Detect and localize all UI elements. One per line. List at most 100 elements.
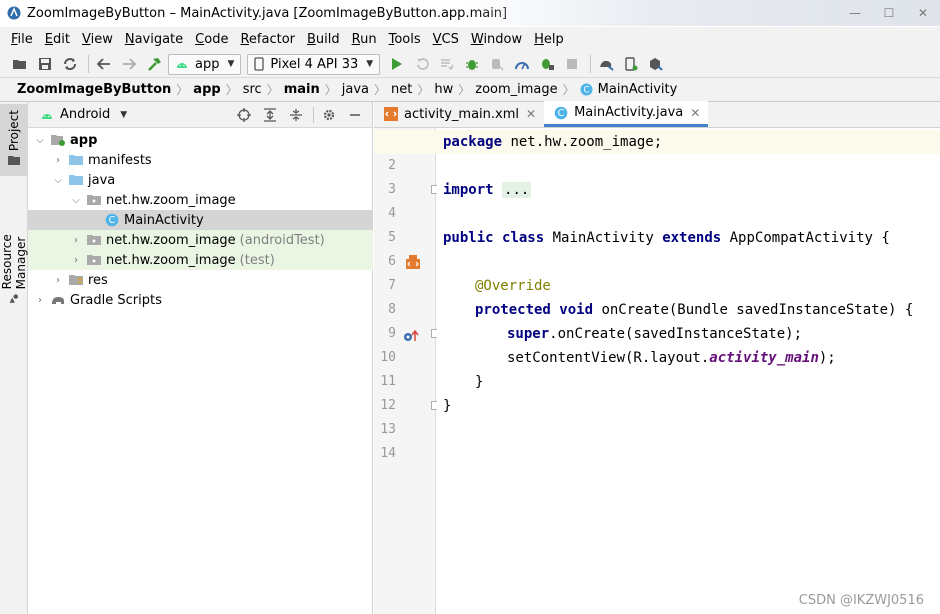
menu-refactor[interactable]: Refactor — [234, 32, 301, 47]
back-arrow-icon[interactable] — [93, 53, 115, 75]
chevron-right-icon[interactable]: › — [52, 275, 64, 286]
gear-icon[interactable] — [318, 104, 340, 126]
tab-mainactivity-java[interactable]: C MainActivity.java ✕ — [544, 101, 709, 127]
tree-item-app[interactable]: ⌵ app — [28, 130, 373, 150]
line-number: 8 — [388, 302, 396, 317]
chevron-down-icon[interactable]: ⌵ — [70, 195, 82, 206]
breadcrumb-src[interactable]: src — [243, 82, 262, 97]
ide-window: ZoomImageByButton – MainActivity.java [Z… — [0, 0, 940, 614]
sdk-manager-icon[interactable] — [645, 53, 667, 75]
close-button[interactable]: ✕ — [906, 0, 940, 26]
chevron-down-icon: ▼ — [227, 59, 235, 69]
chevron-down-icon: ▼ — [366, 59, 374, 69]
breadcrumb-hw[interactable]: hw — [434, 82, 453, 97]
breadcrumb-java[interactable]: java — [342, 82, 369, 97]
code-line-14: } — [443, 398, 452, 414]
breadcrumb-mainactivity[interactable]: C MainActivity — [580, 82, 677, 97]
breadcrumb-project[interactable]: ZoomImageByButton — [17, 82, 171, 97]
minimize-panel-icon[interactable] — [344, 104, 366, 126]
tree-item-java[interactable]: ⌵ java — [28, 170, 373, 190]
line-number: 2 — [388, 158, 396, 173]
maximize-button[interactable]: ☐ — [872, 0, 906, 26]
android-icon — [42, 113, 52, 119]
tree-item-package-main[interactable]: ⌵ net.hw.zoom_image — [28, 190, 373, 210]
code-editor: activity_main.xml ✕ C MainActivity.java … — [374, 101, 940, 614]
menu-build[interactable]: Build — [301, 32, 346, 47]
line-number: 11 — [380, 374, 396, 389]
menu-code[interactable]: Code — [189, 32, 234, 47]
folder-icon — [68, 172, 84, 188]
folded-imports[interactable]: ... — [502, 182, 532, 198]
code-line-13: } — [475, 374, 484, 390]
breadcrumb-app[interactable]: app — [193, 82, 220, 97]
editor-gutter: 1 2 3 4 5 6 7 8 9 10 11 12 13 14 — [374, 128, 440, 614]
forward-arrow-icon[interactable] — [118, 53, 140, 75]
rerun-icon[interactable] — [411, 53, 433, 75]
debug-attach-icon[interactable] — [536, 53, 558, 75]
menu-file[interactable]: File — [5, 32, 39, 47]
tree-item-label: net.hw.zoom_image — [106, 252, 236, 268]
code-text-area[interactable]: package net.hw.zoom_image; import ... pu… — [374, 128, 940, 614]
menu-navigate[interactable]: Navigate — [119, 32, 189, 47]
chevron-right-icon[interactable]: › — [70, 255, 82, 266]
menu-help[interactable]: Help — [528, 32, 570, 47]
open-folder-icon[interactable] — [9, 53, 31, 75]
expand-all-icon[interactable] — [259, 104, 281, 126]
menu-edit[interactable]: Edit — [39, 32, 76, 47]
menu-window[interactable]: Window — [465, 32, 528, 47]
breadcrumb-zoom-image[interactable]: zoom_image — [475, 82, 557, 97]
breadcrumb-separator: 〉 — [374, 83, 387, 97]
resource-manager-tab[interactable]: Resource Manager — [0, 186, 28, 304]
project-tool-tab[interactable]: Project — [0, 104, 28, 176]
tree-item-package-androidtest[interactable]: › net.hw.zoom_image (androidTest) — [28, 230, 373, 250]
tree-item-package-test[interactable]: › net.hw.zoom_image (test) — [28, 250, 373, 270]
minimize-button[interactable]: — — [838, 0, 872, 26]
device-manager-icon[interactable] — [620, 53, 642, 75]
chevron-right-icon[interactable]: › — [34, 295, 46, 306]
collapse-all-icon[interactable] — [285, 104, 307, 126]
breadcrumb-separator: 〉 — [562, 83, 575, 97]
menu-run[interactable]: Run — [346, 32, 383, 47]
menu-view[interactable]: View — [76, 32, 119, 47]
layout-xml-icon[interactable] — [404, 254, 422, 270]
gradle-sync-icon[interactable] — [595, 53, 617, 75]
build-hammer-icon[interactable] — [143, 53, 165, 75]
close-icon[interactable]: ✕ — [690, 106, 700, 120]
tree-item-manifests[interactable]: › manifests — [28, 150, 373, 170]
tree-item-res[interactable]: › res — [28, 270, 373, 290]
stop-icon[interactable] — [561, 53, 583, 75]
chevron-right-icon[interactable]: › — [52, 155, 64, 166]
resources-icon — [9, 294, 19, 304]
profiler-gauge-icon[interactable] — [511, 53, 533, 75]
override-method-icon[interactable] — [402, 328, 420, 344]
breadcrumb-separator: 〉 — [324, 83, 337, 97]
apply-changes-icon[interactable] — [436, 53, 458, 75]
tree-item-gradle-scripts[interactable]: › Gradle Scripts — [28, 290, 373, 310]
attach-debugger-icon[interactable] — [486, 53, 508, 75]
debug-bug-icon[interactable] — [461, 53, 483, 75]
svg-text:C: C — [583, 86, 589, 96]
chevron-down-icon[interactable]: ⌵ — [34, 135, 46, 146]
tree-item-mainactivity[interactable]: C MainActivity — [28, 210, 373, 230]
run-play-icon[interactable] — [386, 53, 408, 75]
chevron-right-icon[interactable]: › — [70, 235, 82, 246]
breadcrumb-net[interactable]: net — [391, 82, 412, 97]
package-icon — [86, 252, 102, 268]
line-number: 7 — [388, 278, 396, 293]
tab-activity-main-xml[interactable]: activity_main.xml ✕ — [374, 101, 544, 127]
crosshair-locate-icon[interactable] — [233, 104, 255, 126]
menu-vcs[interactable]: VCS — [427, 32, 465, 47]
breadcrumb-main[interactable]: main — [284, 82, 320, 97]
chevron-down-icon[interactable]: ▼ — [120, 110, 127, 120]
line-number: 10 — [380, 350, 396, 365]
line-number: 3 — [388, 182, 396, 197]
save-all-icon[interactable] — [34, 53, 56, 75]
menu-tools[interactable]: Tools — [383, 32, 427, 47]
device-selector[interactable]: Pixel 4 API 33 ▼ — [247, 53, 381, 75]
package-icon — [86, 232, 102, 248]
chevron-down-icon[interactable]: ⌵ — [52, 175, 64, 186]
run-config-selector[interactable]: app ▼ — [168, 53, 242, 75]
sync-icon[interactable] — [59, 53, 81, 75]
close-icon[interactable]: ✕ — [526, 107, 536, 121]
project-view-selector[interactable]: Android — [60, 107, 110, 122]
